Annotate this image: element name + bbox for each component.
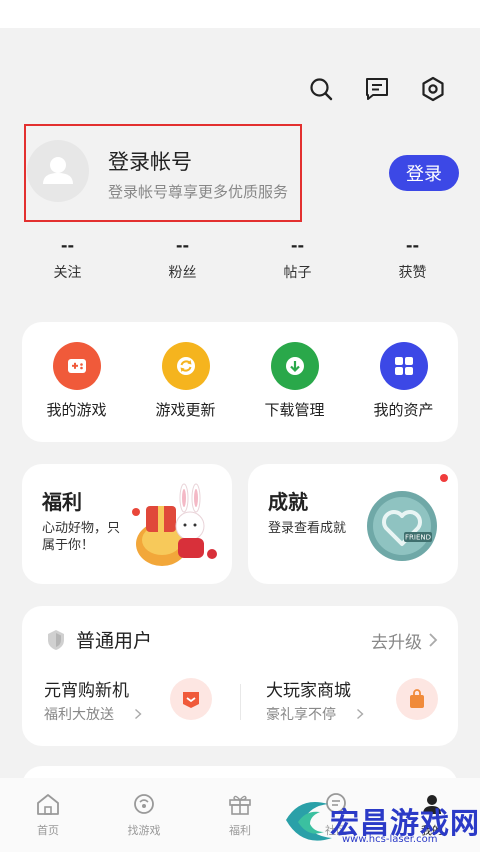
promo-bag-icon[interactable] xyxy=(170,678,212,720)
home-icon xyxy=(37,794,59,815)
watermark-url: www.hcs-laser.com xyxy=(342,834,438,845)
friend-badge-icon: FRIEND xyxy=(367,491,437,561)
my-games-button[interactable]: 我的游戏 xyxy=(22,322,131,442)
tab-label: 找游戏 xyxy=(127,824,161,837)
stat-posts[interactable]: -- 帖子 xyxy=(240,236,355,282)
download-manager-button[interactable]: 下载管理 xyxy=(240,322,349,442)
welfare-card[interactable]: 福利 心动好物，只属于你！ xyxy=(22,464,232,584)
stat-value: -- xyxy=(405,236,420,255)
download-icon xyxy=(270,342,319,390)
chevron-right-icon[interactable] xyxy=(428,632,438,648)
find-game-icon xyxy=(134,794,154,814)
tab-label: 福利 xyxy=(229,824,251,837)
achievement-title: 成就 xyxy=(268,490,308,514)
login-subtitle: 登录帐号尊享更多优质服务 xyxy=(108,183,289,201)
message-icon[interactable] xyxy=(364,76,390,102)
settings-icon[interactable] xyxy=(420,76,446,102)
membership-card: 普通用户 去升级 元宵购新机 福利大放送 大玩家商城 豪礼享不停 xyxy=(22,606,458,746)
login-button[interactable]: 登录 xyxy=(389,155,459,191)
stat-label: 粉丝 xyxy=(168,265,197,281)
member-level: 普通用户 xyxy=(76,630,153,652)
tab-welfare[interactable]: 福利 xyxy=(192,778,288,852)
status-bar-area xyxy=(0,0,480,28)
my-assets-button[interactable]: 我的资产 xyxy=(349,322,458,442)
welfare-desc: 心动好物，只属于你！ xyxy=(42,521,121,553)
quick-actions-card: 我的游戏 游戏更新 下载管理 我的资产 xyxy=(22,322,458,442)
stat-fans[interactable]: -- 粉丝 xyxy=(125,236,240,282)
achievement-card[interactable]: 成就 登录查看成就 FRIEND xyxy=(248,464,458,584)
stat-label: 关注 xyxy=(53,265,82,281)
member-shield-icon xyxy=(48,630,64,650)
stat-value: -- xyxy=(175,236,190,255)
gift-icon xyxy=(229,795,251,815)
promo-title-lantern[interactable]: 元宵购新机 xyxy=(44,676,129,701)
game-updates-button[interactable]: 游戏更新 xyxy=(131,322,240,442)
shopping-bag-icon[interactable] xyxy=(396,678,438,720)
default-avatar-icon xyxy=(43,157,73,184)
rabbit-gift-illustration xyxy=(132,483,217,566)
tab-find-game[interactable]: 找游戏 xyxy=(96,778,192,852)
stat-value: -- xyxy=(290,236,305,255)
tab-label: 首页 xyxy=(37,824,59,837)
badge-label: FRIEND xyxy=(405,534,431,542)
welfare-title: 福利 xyxy=(42,490,82,514)
grid-icon xyxy=(379,342,428,390)
stats-row: -- 关注 -- 粉丝 -- 帖子 -- 获赞 xyxy=(10,236,470,282)
notification-dot xyxy=(440,474,448,482)
refresh-icon xyxy=(161,342,210,390)
stat-label: 帖子 xyxy=(283,265,312,281)
promo-sub-mall[interactable]: 豪礼享不停 xyxy=(266,704,336,724)
login-title[interactable]: 登录帐号 xyxy=(108,146,192,176)
stat-value: -- xyxy=(60,236,75,255)
chevron-right-icon xyxy=(135,708,142,720)
quick-action-label: 我的资产 xyxy=(373,401,434,419)
quick-action-label: 游戏更新 xyxy=(155,401,216,419)
promo-sub-lantern[interactable]: 福利大放送 xyxy=(44,704,114,724)
promo-title-mall[interactable]: 大玩家商城 xyxy=(266,676,351,701)
divider xyxy=(240,684,241,720)
tab-home[interactable]: 首页 xyxy=(0,778,96,852)
upgrade-link[interactable]: 去升级 xyxy=(371,628,422,653)
quick-action-label: 下载管理 xyxy=(264,401,325,419)
chevron-right-icon xyxy=(357,708,364,720)
quick-action-label: 我的游戏 xyxy=(46,401,107,419)
gamepad-icon xyxy=(52,342,101,390)
avatar[interactable] xyxy=(27,140,89,202)
stat-label: 获赞 xyxy=(398,265,427,281)
achievement-desc: 登录查看成就 xyxy=(268,521,347,536)
search-icon[interactable] xyxy=(308,76,334,102)
stat-follow[interactable]: -- 关注 xyxy=(10,236,125,282)
header-toolbar xyxy=(308,76,446,102)
stat-likes[interactable]: -- 获赞 xyxy=(355,236,470,282)
